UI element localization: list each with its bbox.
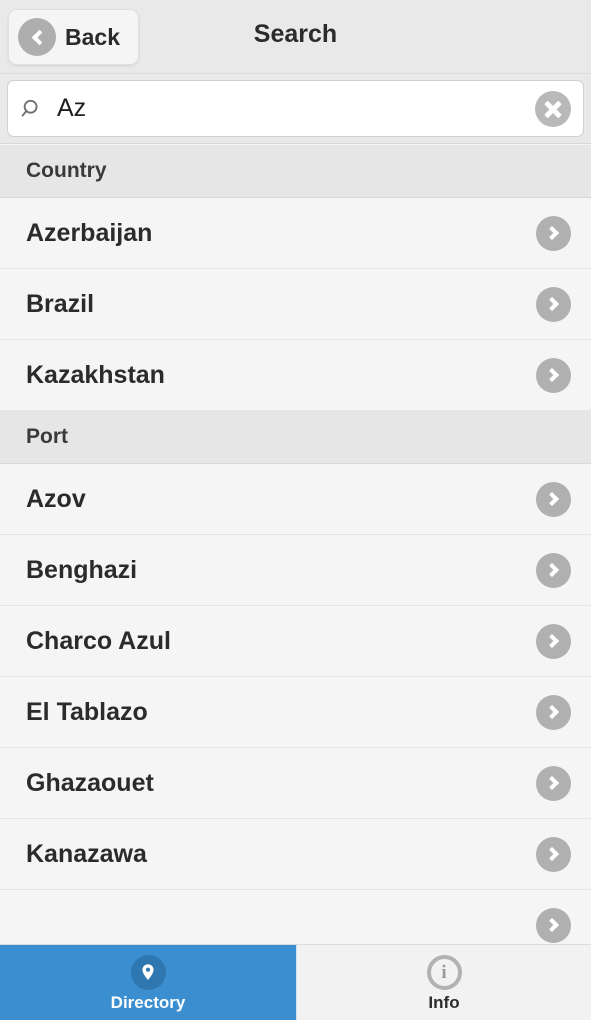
search-bar: Az [0,74,591,144]
list-item[interactable]: Azerbaijan [0,198,591,269]
map-pin-icon [130,954,166,990]
tab-info[interactable]: i Info [297,945,591,1020]
list-item[interactable]: Kazakhstan [0,340,591,411]
list-item[interactable]: Benghazi [0,535,591,606]
page-title: Search [253,20,338,48]
tab-directory[interactable]: Directory [0,945,297,1020]
list-item-label: El Tablazo [26,697,148,726]
list-item-label: Charco Azul [26,626,171,655]
tab-directory-label: Directory [110,992,186,1012]
chevron-right-icon [536,623,571,659]
list-item[interactable]: El Tablazo [0,677,591,748]
search-input[interactable]: Az [57,96,86,121]
list-item[interactable]: Charco Azul [0,606,591,677]
list-item-label: Benghazi [26,555,138,584]
list-item[interactable]: Kanazawa [0,819,591,890]
chevron-right-icon [536,481,571,517]
bottom-tab-bar: Directory i Info [0,944,591,1020]
chevron-right-icon [536,357,571,393]
list-item-label: Ghazaouet [26,768,154,797]
list-item[interactable]: Brazil [0,269,591,340]
chevron-right-icon [536,694,571,730]
search-results-list[interactable]: Country Azerbaijan Brazil Kazakhstan Por… [0,145,591,1020]
search-field[interactable]: Az [7,80,584,137]
list-item-label: Brazil [26,289,95,318]
list-item[interactable]: Ghazaouet [0,748,591,819]
section-header-country: Country [0,145,591,198]
list-item[interactable]: Azov [0,464,591,535]
chevron-right-icon [536,286,571,322]
chevron-right-icon [536,765,571,801]
info-circle-icon: i [426,954,462,990]
chevron-right-icon [536,552,571,588]
list-item-label: Kanazawa [26,839,147,868]
titlebar: Back Search [0,0,591,74]
list-item-label: Kazakhstan [26,360,165,389]
list-item-label: Azov [26,484,86,513]
tab-info-label: Info [428,992,460,1012]
list-item-label: Azerbaijan [26,218,153,247]
chevron-right-icon [536,215,571,251]
clear-search-icon[interactable] [535,90,571,127]
chevron-right-icon [536,836,571,872]
section-header-port: Port [0,411,591,464]
search-icon [21,99,38,117]
chevron-right-icon [536,907,571,943]
